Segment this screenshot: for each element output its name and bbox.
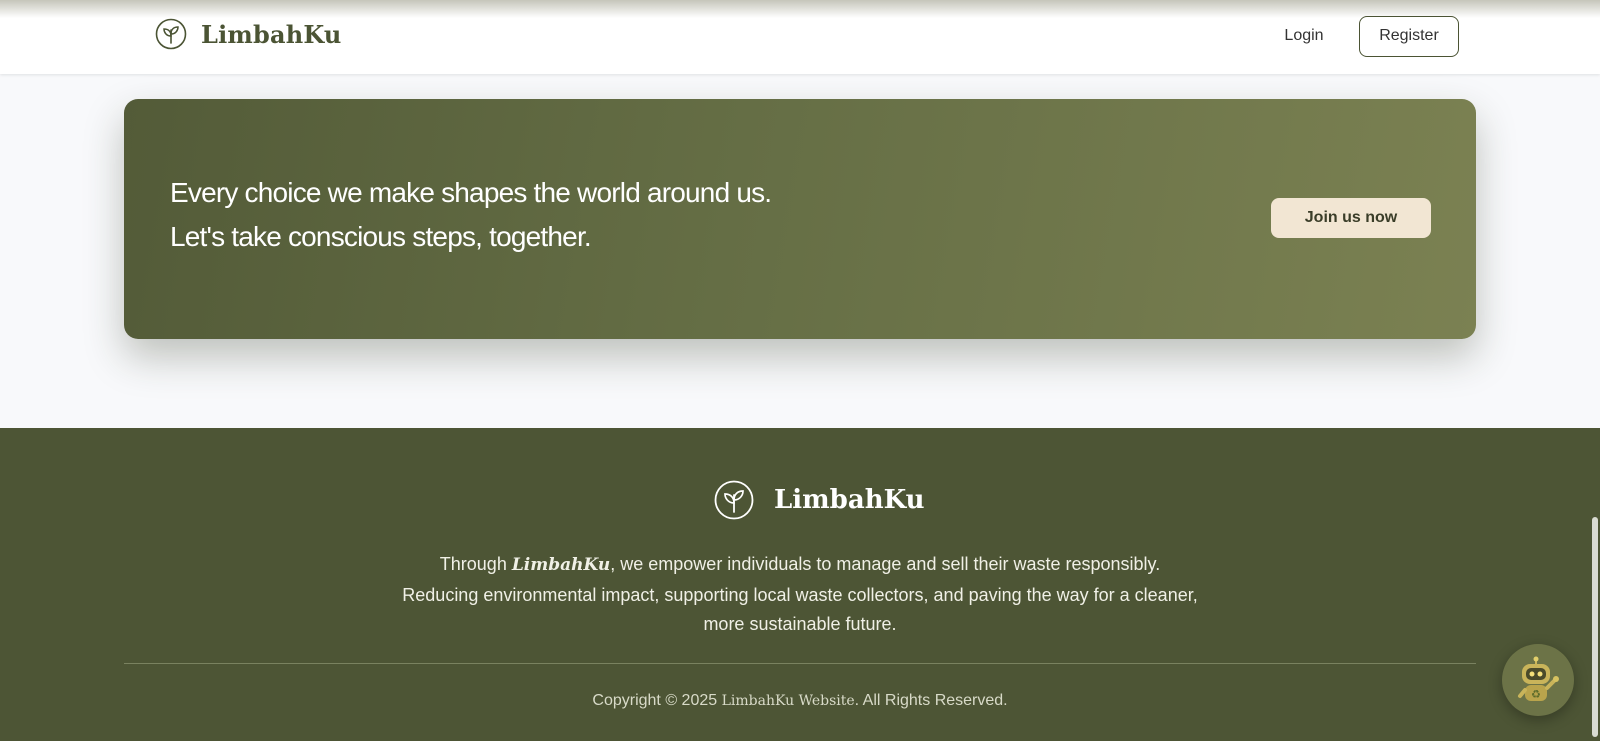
footer-description: Through LimbahKu, we empower individuals… bbox=[400, 550, 1200, 640]
copyright-site: LimbahKu Website bbox=[721, 693, 855, 709]
cta-line-1: Every choice we make shapes the world ar… bbox=[170, 177, 772, 208]
brand-logo-link[interactable]: LimbahKu bbox=[155, 18, 342, 50]
join-us-button[interactable]: Join us now bbox=[1271, 198, 1431, 238]
footer: LimbahKu Through LimbahKu, we empower in… bbox=[0, 428, 1600, 741]
sprout-icon bbox=[714, 480, 754, 520]
top-navbar: LimbahKu Login Register bbox=[0, 0, 1600, 74]
chatbot-button[interactable]: ♻ bbox=[1502, 644, 1574, 716]
recycling-robot-icon: ♻ bbox=[1518, 656, 1559, 701]
footer-brand-name: LimbahKu bbox=[774, 485, 925, 515]
footer-desc-prefix: Through bbox=[439, 554, 512, 574]
register-button[interactable]: Register bbox=[1359, 16, 1459, 57]
cta-banner: Every choice we make shapes the world ar… bbox=[124, 99, 1476, 339]
copyright-suffix: . All Rights Reserved. bbox=[854, 692, 1008, 709]
footer-brand: LimbahKu bbox=[714, 480, 925, 520]
copyright-text: Copyright © 2025 LimbahKu Website. All R… bbox=[0, 692, 1600, 710]
cta-line-2: Let's take conscious steps, together. bbox=[170, 221, 592, 252]
footer-desc-brand: LimbahKu bbox=[511, 555, 611, 575]
page-scrollbar[interactable] bbox=[1592, 517, 1598, 737]
copyright-prefix: Copyright © 2025 bbox=[592, 692, 722, 709]
svg-text:♻: ♻ bbox=[1531, 688, 1541, 701]
sprout-icon bbox=[155, 18, 187, 50]
cta-message: Every choice we make shapes the world ar… bbox=[170, 171, 772, 259]
login-button[interactable]: Login bbox=[1264, 16, 1344, 56]
brand-name: LimbahKu bbox=[201, 19, 342, 49]
footer-divider bbox=[124, 663, 1476, 664]
